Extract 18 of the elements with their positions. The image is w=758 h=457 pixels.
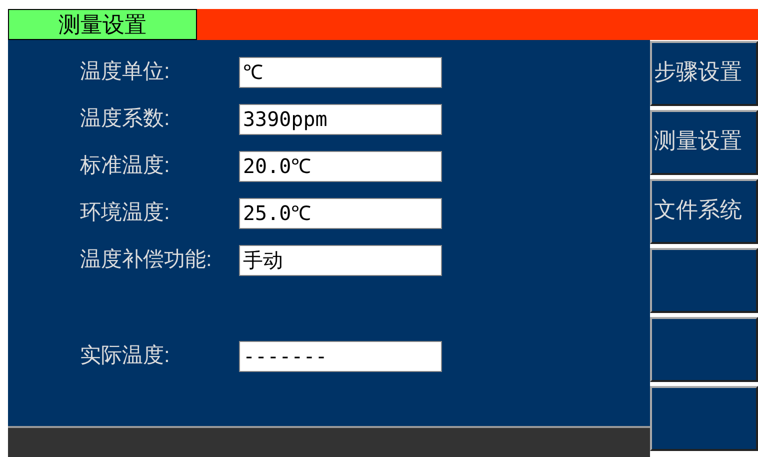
value-field[interactable]: 20.0℃	[239, 150, 442, 182]
value-field[interactable]: -------	[239, 340, 442, 372]
menu-button[interactable]	[650, 248, 758, 313]
menu-button[interactable]	[650, 386, 758, 451]
value-field[interactable]: ℃	[239, 56, 442, 88]
field-label: 温度补偿功能:	[79, 247, 213, 274]
value-field[interactable]: 3390ppm	[239, 104, 442, 134]
field-label: 实际温度:	[79, 343, 171, 370]
menu-button[interactable]: 步骤设置	[650, 41, 758, 106]
field-label: 标准温度:	[79, 153, 171, 180]
value-field[interactable]: 25.0℃	[239, 198, 442, 228]
field-label: 温度单位:	[79, 59, 171, 86]
value-field[interactable]: 手动	[239, 244, 442, 276]
field-label: 环境温度:	[79, 200, 171, 226]
field-label: 温度系数:	[79, 106, 171, 132]
menu-button[interactable]	[650, 317, 758, 382]
menu-button[interactable]: 文件系统	[650, 179, 758, 244]
menu-button[interactable]: 测量设置	[650, 110, 758, 175]
